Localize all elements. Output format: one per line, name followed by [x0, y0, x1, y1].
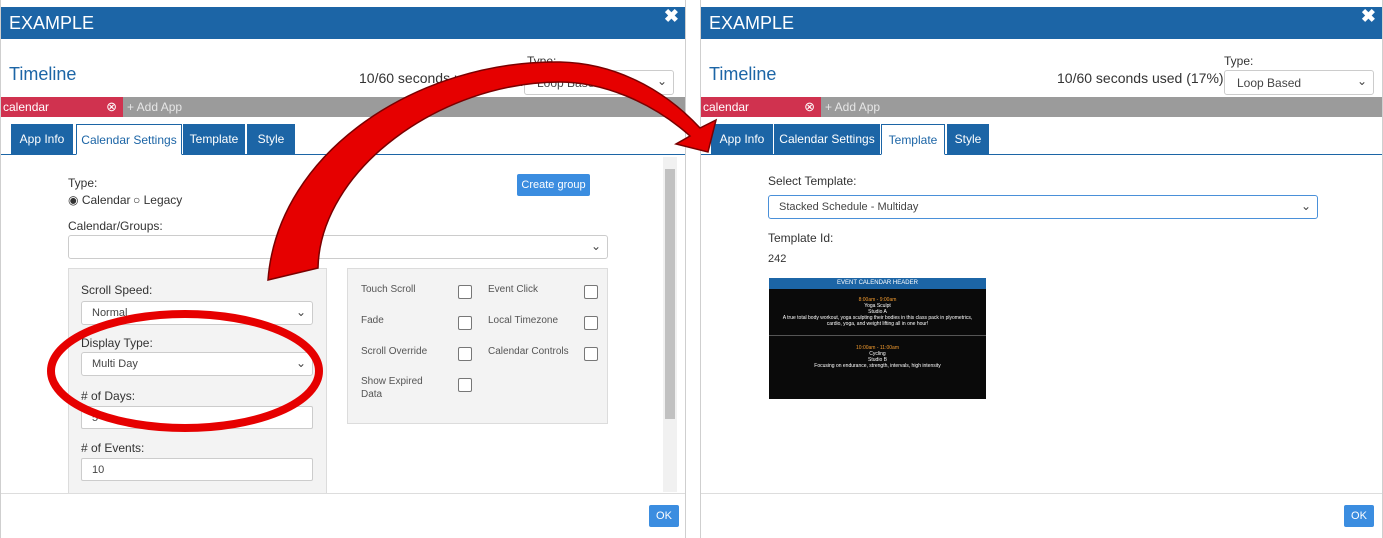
- chevron-down-icon: ⌄: [1300, 199, 1311, 213]
- fade-label: Fade: [361, 315, 384, 326]
- template-preview: EVENT CALENDAR HEADER 8:00am - 9:00am Yo…: [769, 278, 986, 399]
- app-bar: calendar ⊗ + Add App: [701, 97, 1382, 117]
- remove-icon[interactable]: ⊗: [106, 99, 117, 115]
- tab-template[interactable]: Template: [183, 124, 245, 154]
- tab-calendar-settings[interactable]: Calendar Settings: [76, 124, 182, 155]
- modal-title: EXAMPLE: [709, 13, 795, 33]
- days-label: # of Days:: [81, 389, 136, 403]
- preview-divider: [769, 335, 986, 336]
- app-chip-label: calendar: [3, 100, 50, 114]
- type-select[interactable]: Loop Based ⌄: [524, 70, 674, 95]
- seconds-used: 10/60 seconds used (17%): [1057, 70, 1224, 86]
- groups-label: Calendar/Groups:: [68, 219, 163, 233]
- add-app-button[interactable]: + Add App: [127, 100, 182, 114]
- type-label: Type:: [527, 54, 557, 68]
- modal-header: EXAMPLE ✖: [701, 6, 1382, 39]
- calendar-controls-checkbox[interactable]: [584, 347, 598, 361]
- chevron-down-icon: ⌄: [1356, 74, 1367, 88]
- scrollbar-thumb[interactable]: [665, 169, 675, 419]
- tab-style[interactable]: Style: [247, 124, 295, 154]
- tab-calendar-settings[interactable]: Calendar Settings: [774, 124, 880, 154]
- app-chip[interactable]: calendar ⊗: [1, 97, 123, 117]
- modal-footer-divider: [1, 493, 685, 494]
- left-modal: EXAMPLE ✖ Timeline 10/60 seconds used (1…: [0, 0, 686, 538]
- template-select-value: Stacked Schedule - Multiday: [779, 201, 919, 213]
- tab-style[interactable]: Style: [947, 124, 989, 154]
- groups-select[interactable]: ⌄: [68, 235, 608, 259]
- app-chip-label: calendar: [703, 100, 750, 114]
- touch-scroll-checkbox[interactable]: [458, 285, 472, 299]
- event-description: Focusing on endurance, strength, interva…: [814, 363, 941, 369]
- type-select[interactable]: Loop Based ⌄: [1224, 70, 1374, 95]
- show-expired-label-2: Data: [361, 389, 383, 400]
- tab-app-info[interactable]: App Info: [711, 124, 773, 154]
- scroll-speed-value: Normal: [92, 307, 128, 319]
- type-select-value: Loop Based: [1237, 76, 1302, 90]
- scrollbar[interactable]: [663, 157, 677, 492]
- display-type-label: Display Type:: [81, 336, 153, 350]
- ok-button[interactable]: OK: [649, 505, 679, 527]
- show-expired-label: Show Expired: [361, 376, 423, 387]
- radio-legacy-label: Legacy: [143, 193, 183, 207]
- tab-app-info[interactable]: App Info: [11, 124, 73, 154]
- modal-title: EXAMPLE: [9, 13, 95, 33]
- show-expired-checkbox[interactable]: [458, 378, 472, 392]
- preview-event-1: 8:00am - 9:00am Yoga Sculpt Studio A A t…: [769, 289, 986, 327]
- fade-checkbox[interactable]: [458, 316, 472, 330]
- radio-calendar-label: Calendar: [81, 193, 131, 207]
- template-id-value: 242: [768, 253, 787, 265]
- chevron-down-icon: ⌄: [295, 305, 306, 319]
- modal-header: EXAMPLE ✖: [1, 6, 685, 39]
- seconds-used: 10/60 seconds used (17%): [359, 70, 526, 86]
- screenshot-stage: EXAMPLE ✖ Timeline 10/60 seconds used (1…: [0, 0, 1383, 538]
- preview-event-2: 10:00am - 11:00am Cycling Studio B Focus…: [769, 339, 986, 369]
- event-click-checkbox[interactable]: [584, 285, 598, 299]
- tab-bar: App Info Calendar Settings Template Styl…: [701, 124, 1382, 155]
- display-type-value: Multi Day: [92, 358, 138, 370]
- radio-calendar[interactable]: ◉ Calendar: [68, 193, 131, 207]
- preview-header: EVENT CALENDAR HEADER: [769, 278, 986, 289]
- timeline-title: Timeline: [9, 64, 77, 84]
- events-input[interactable]: 10: [81, 458, 313, 481]
- app-bar: calendar ⊗ + Add App: [1, 97, 685, 117]
- event-description: A true total body workout, yoga sculptin…: [782, 315, 973, 327]
- chevron-down-icon: ⌄: [656, 74, 667, 88]
- tab-template[interactable]: Template: [881, 124, 945, 155]
- close-icon[interactable]: ✖: [1361, 6, 1376, 27]
- scroll-speed-label: Scroll Speed:: [81, 283, 153, 297]
- chevron-down-icon: ⌄: [590, 239, 601, 253]
- scroll-speed-select[interactable]: Normal ⌄: [81, 301, 313, 325]
- type-select-value: Loop Based: [537, 76, 602, 90]
- calendar-controls-label: Calendar Controls: [488, 346, 569, 357]
- days-input[interactable]: 5: [81, 406, 313, 429]
- local-timezone-checkbox[interactable]: [584, 316, 598, 330]
- ok-button[interactable]: OK: [1344, 505, 1374, 527]
- app-chip[interactable]: calendar ⊗: [701, 97, 821, 117]
- form-type-label: Type:: [68, 176, 98, 190]
- add-app-button[interactable]: + Add App: [825, 100, 880, 114]
- close-icon[interactable]: ✖: [664, 6, 679, 27]
- local-timezone-label: Local Timezone: [488, 315, 559, 326]
- type-label: Type:: [1224, 54, 1254, 68]
- chevron-down-icon: ⌄: [295, 356, 306, 370]
- radio-legacy[interactable]: ○ Legacy: [133, 193, 182, 207]
- right-modal: EXAMPLE ✖ Timeline 10/60 seconds used (1…: [700, 0, 1383, 538]
- modal-footer-divider: [701, 493, 1382, 494]
- tab-bar: App Info Calendar Settings Template Styl…: [1, 124, 685, 155]
- timeline-title: Timeline: [709, 64, 777, 84]
- template-id-label: Template Id:: [768, 231, 834, 245]
- touch-scroll-label: Touch Scroll: [361, 284, 416, 295]
- remove-icon[interactable]: ⊗: [804, 99, 815, 115]
- scroll-override-label: Scroll Override: [361, 346, 428, 357]
- scroll-override-checkbox[interactable]: [458, 347, 472, 361]
- template-select[interactable]: Stacked Schedule - Multiday ⌄: [768, 195, 1318, 219]
- event-click-label: Event Click: [488, 284, 539, 295]
- events-label: # of Events:: [81, 441, 145, 455]
- display-type-select[interactable]: Multi Day ⌄: [81, 352, 313, 376]
- create-group-button[interactable]: Create group: [517, 174, 590, 196]
- select-template-label: Select Template:: [768, 174, 857, 188]
